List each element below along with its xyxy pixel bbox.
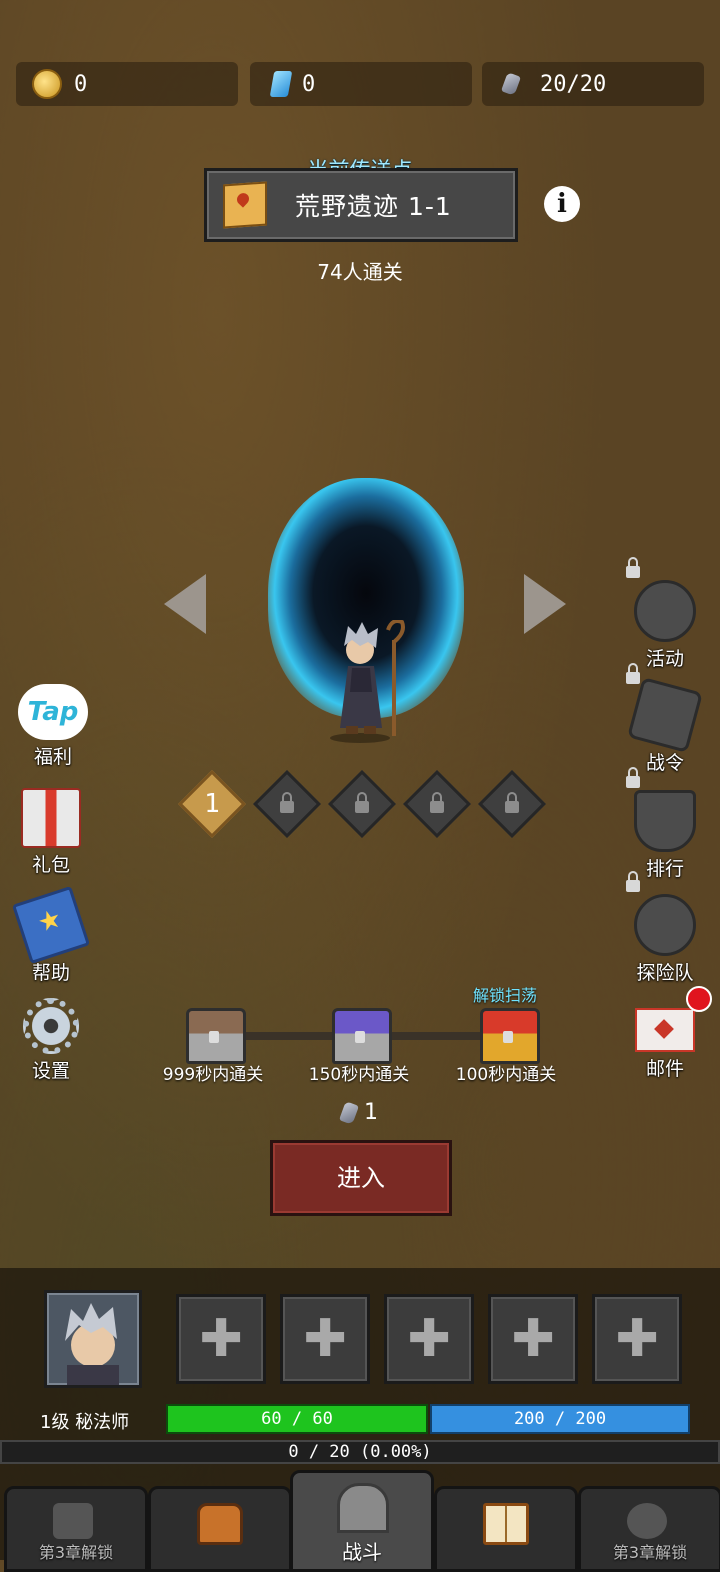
hero-portrait-icon bbox=[65, 1303, 119, 1385]
castle-gate-icon bbox=[337, 1483, 389, 1533]
stage-3-locked[interactable] bbox=[328, 770, 396, 838]
event-lock-icon bbox=[626, 566, 648, 588]
xp-bar: 0 / 20 (0.00%) bbox=[0, 1440, 720, 1464]
nav-battle-label: 战斗 bbox=[342, 1540, 382, 1564]
map-icon bbox=[223, 181, 267, 229]
battle-pass-lock-icon bbox=[626, 672, 648, 694]
tap-welfare-button[interactable]: Tap 福利 bbox=[8, 684, 98, 769]
lock-icon bbox=[280, 801, 294, 813]
gem-value: 0 bbox=[302, 71, 316, 97]
lock-icon bbox=[627, 1503, 667, 1539]
nav-locked-right-label: 第3章解锁 bbox=[612, 1543, 688, 1562]
stage-5-locked[interactable] bbox=[478, 770, 546, 838]
lock-icon bbox=[53, 1503, 93, 1539]
nav-battle[interactable]: 战斗 bbox=[290, 1470, 434, 1572]
coin-value: 0 bbox=[74, 71, 88, 97]
stage-title: 荒野遗迹 1-1 bbox=[295, 192, 452, 221]
settings-button[interactable]: 设置 bbox=[6, 998, 96, 1083]
backpack-icon bbox=[197, 1503, 243, 1545]
spellbook-icon bbox=[483, 1503, 529, 1545]
prev-stage-arrow[interactable] bbox=[164, 574, 206, 634]
hp-bar: 60 / 60 bbox=[166, 1404, 428, 1434]
unlock-sweep-label: 解锁扫荡 bbox=[472, 986, 537, 1005]
stamina-counter: 20/20 bbox=[482, 62, 704, 106]
team-slot-5[interactable]: ✚ bbox=[592, 1294, 682, 1384]
nav-locked-left-label: 第3章解锁 bbox=[38, 1543, 114, 1562]
stamina-stone-icon bbox=[501, 72, 521, 96]
gear-icon bbox=[23, 998, 79, 1054]
expedition-team-label: 探险队 bbox=[636, 962, 694, 984]
coin-icon bbox=[32, 69, 62, 99]
chest-icon[interactable] bbox=[186, 1008, 246, 1064]
entry-cost: 1 bbox=[339, 1100, 378, 1125]
gem-icon bbox=[269, 71, 293, 97]
team-slot-2[interactable]: ✚ bbox=[280, 1294, 370, 1384]
team-slot-4[interactable]: ✚ bbox=[488, 1294, 578, 1384]
help-label: 帮助 bbox=[31, 962, 70, 984]
nav-spellbook[interactable] bbox=[434, 1486, 578, 1572]
ranking-button[interactable]: 排行 bbox=[620, 790, 710, 881]
nav-locked-right[interactable]: 第3章解锁 bbox=[578, 1486, 720, 1572]
team-slot-1[interactable]: ✚ bbox=[176, 1294, 266, 1384]
team-slot-3[interactable]: ✚ bbox=[384, 1294, 474, 1384]
stage-1[interactable]: 1 bbox=[178, 770, 246, 838]
tap-logo-icon: Tap bbox=[18, 684, 88, 740]
ranking-lock-icon bbox=[626, 776, 648, 798]
coin-counter: 0 bbox=[16, 62, 238, 106]
cleared-count: 74人通关 bbox=[317, 260, 403, 284]
gift-pack-button[interactable]: 礼包 bbox=[6, 788, 96, 877]
trophy-icon bbox=[634, 790, 696, 852]
chest-icon[interactable] bbox=[480, 1008, 540, 1064]
stage-1-label: 1 bbox=[204, 789, 220, 819]
stage-4-locked[interactable] bbox=[403, 770, 471, 838]
stage-title-box[interactable]: 荒野遗迹 1-1 bbox=[204, 168, 518, 242]
lock-icon bbox=[505, 801, 519, 813]
chest-2-label: 150秒内通关 bbox=[308, 1065, 410, 1085]
expedition-team-button[interactable]: 探险队 bbox=[620, 894, 710, 985]
entry-cost-value: 1 bbox=[364, 1100, 378, 1125]
hero-sprite bbox=[330, 620, 405, 743]
nav-backpack[interactable] bbox=[148, 1486, 292, 1572]
battle-pass-button[interactable]: 战令 bbox=[620, 677, 710, 775]
enter-button[interactable]: 进入 bbox=[270, 1140, 452, 1216]
mp-bar: 200 / 200 bbox=[430, 1404, 690, 1434]
next-stage-arrow[interactable] bbox=[524, 574, 566, 634]
gem-counter: 0 bbox=[250, 62, 472, 106]
helmet-icon bbox=[634, 580, 696, 642]
chest-icon[interactable] bbox=[332, 1008, 392, 1064]
info-icon[interactable]: i bbox=[544, 186, 580, 222]
gift-pack-label: 礼包 bbox=[31, 854, 70, 876]
event-button[interactable]: 活动 bbox=[620, 580, 710, 671]
chest-1-label: 999秒内通关 bbox=[162, 1065, 264, 1085]
mail-icon bbox=[635, 1008, 695, 1052]
mail-label: 邮件 bbox=[645, 1058, 684, 1080]
tap-welfare-label: 福利 bbox=[33, 746, 72, 768]
expedition-lock-icon bbox=[626, 880, 648, 902]
hero-portrait[interactable] bbox=[44, 1290, 142, 1388]
compass-icon bbox=[634, 894, 696, 956]
lock-icon bbox=[355, 801, 369, 813]
stamina-value: 20/20 bbox=[540, 71, 607, 97]
hero-level-class: 1级 秘法师 bbox=[40, 1412, 130, 1433]
chest-3-label: 100秒内通关 bbox=[455, 1065, 557, 1085]
mail-notification-dot bbox=[686, 986, 712, 1012]
gift-icon bbox=[21, 788, 81, 848]
lock-icon bbox=[430, 801, 444, 813]
help-button[interactable]: ★ 帮助 bbox=[6, 885, 96, 985]
book-icon: ★ bbox=[11, 885, 91, 965]
stamina-stone-icon bbox=[339, 1100, 359, 1125]
settings-label: 设置 bbox=[31, 1060, 70, 1082]
stage-2-locked[interactable] bbox=[253, 770, 321, 838]
nav-locked-left[interactable]: 第3章解锁 bbox=[4, 1486, 148, 1572]
